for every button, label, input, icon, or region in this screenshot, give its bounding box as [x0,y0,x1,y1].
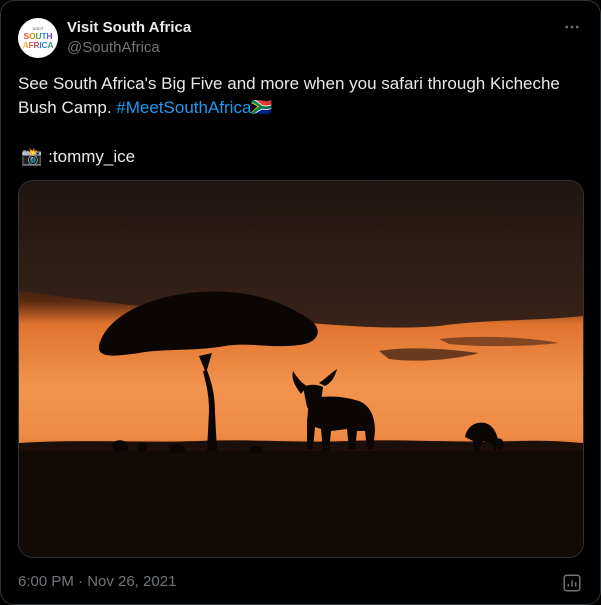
analytics-icon[interactable] [561,572,583,594]
more-options-icon[interactable] [562,17,582,37]
photo-credit-text: :tommy_ice [48,147,136,166]
display-name[interactable]: Visit South Africa [67,19,191,36]
tweet-photo[interactable] [18,180,584,558]
tweet-body: See South Africa's Big Five and more whe… [18,74,560,117]
south-africa-flag-icon: 🇿🇦 [251,98,273,117]
camera-flash-icon: 📸 [21,147,43,166]
photo-credit: 📸 :tommy_ice [21,145,135,169]
tweet-timestamp[interactable]: 6:00 PM · Nov 26, 2021 [18,573,176,590]
avatar-africa-text: AFRICA [22,39,54,50]
username-handle[interactable]: @SouthAfrica [67,39,160,56]
tweet-text: See South Africa's Big Five and more whe… [18,72,584,120]
sunset-safari-image [19,181,583,557]
hashtag-link[interactable]: #MeetSouthAfrica [116,98,251,117]
avatar[interactable]: VISIT SOUTH AFRICA [18,18,58,58]
tweet-card: VISIT SOUTH AFRICA Visit South Africa @S… [0,0,601,605]
